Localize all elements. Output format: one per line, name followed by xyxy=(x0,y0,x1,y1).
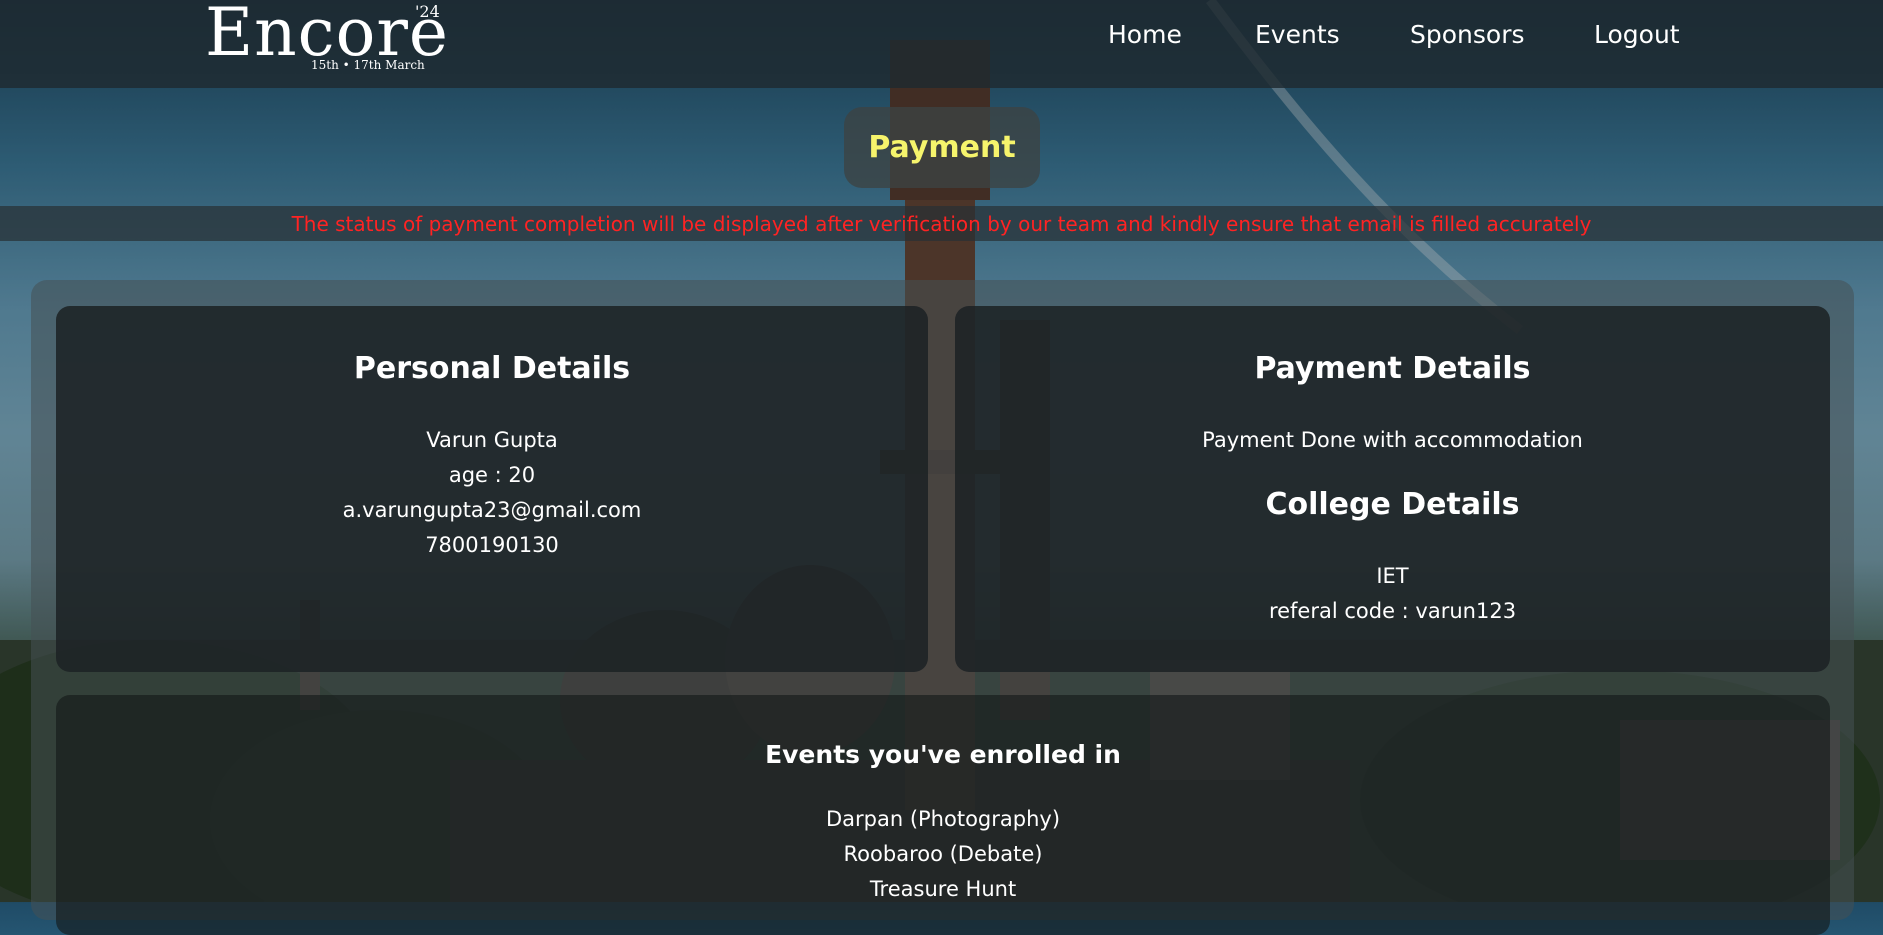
payment-details-heading: Payment Details xyxy=(1254,351,1531,386)
encore-logo[interactable]: Encore '24 15th • 17th March xyxy=(203,0,448,82)
college-name: IET xyxy=(1376,564,1409,588)
payment-details-card: Payment Details Payment Done with accomm… xyxy=(955,306,1830,672)
nav-home-link[interactable]: Home xyxy=(1108,20,1182,49)
enrolled-event-item: Darpan (Photography) xyxy=(825,807,1061,831)
page-title-badge: Payment xyxy=(844,107,1040,188)
user-phone: 7800190130 xyxy=(425,533,559,557)
enrolled-event-item: Roobaroo (Debate) xyxy=(843,842,1043,866)
personal-details-heading: Personal Details xyxy=(353,351,631,386)
nav-sponsors-link[interactable]: Sponsors xyxy=(1410,20,1525,49)
college-details-heading: College Details xyxy=(1265,487,1520,522)
page-title: Payment xyxy=(868,130,1016,165)
nav-events-link[interactable]: Events xyxy=(1255,20,1340,49)
user-email: a.varungupta23@gmail.com xyxy=(342,498,642,522)
user-name: Varun Gupta xyxy=(426,428,558,452)
top-navbar: Encore '24 15th • 17th March Home Events… xyxy=(0,0,1883,88)
payment-status: Payment Done with accommodation xyxy=(1202,428,1583,452)
enrolled-events-card: Events you've enrolled in Darpan (Photog… xyxy=(56,695,1830,935)
logo-dates: 15th • 17th March xyxy=(311,58,425,72)
personal-details-card: Personal Details Varun Gupta age : 20 a.… xyxy=(56,306,928,672)
logo-year: '24 xyxy=(415,2,440,21)
user-age: age : 20 xyxy=(448,463,536,487)
referral-code: referal code : varun123 xyxy=(1268,599,1517,623)
payment-notice-banner: The status of payment completion will be… xyxy=(0,206,1883,241)
nav-logout-link[interactable]: Logout xyxy=(1594,20,1680,49)
payment-notice-text: The status of payment completion will be… xyxy=(291,211,1592,236)
enrolled-events-heading: Events you've enrolled in xyxy=(765,740,1121,769)
enrolled-event-item: Treasure Hunt xyxy=(869,877,1017,901)
